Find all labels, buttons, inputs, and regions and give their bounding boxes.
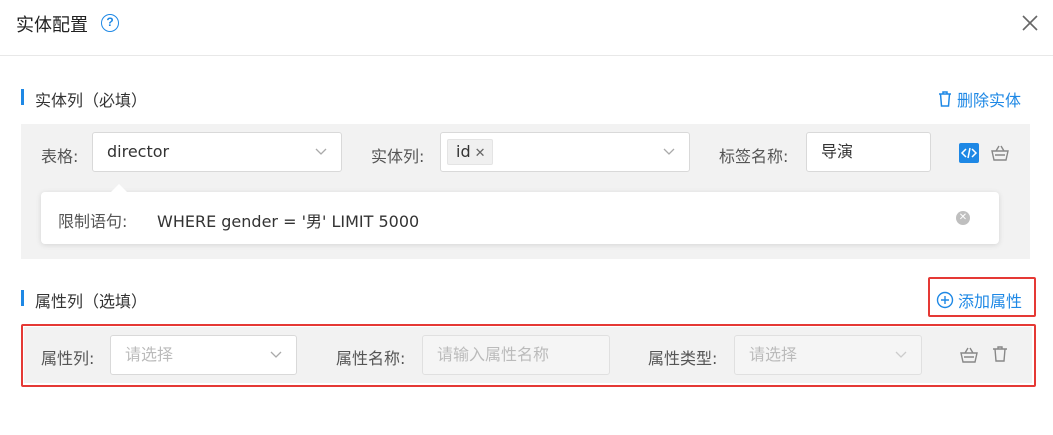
attr-name-input[interactable]: 请输入属性名称: [422, 335, 610, 375]
entity-section-title: 实体列（必填）: [21, 87, 147, 111]
chevron-down-icon: [663, 148, 675, 155]
attr-type-placeholder: 请选择: [749, 345, 798, 364]
code-icon[interactable]: [959, 143, 979, 163]
table-select[interactable]: director: [92, 132, 342, 172]
delete-entity-button[interactable]: 删除实体: [937, 87, 1021, 111]
close-icon[interactable]: [1019, 12, 1041, 34]
table-select-value: director: [107, 142, 170, 161]
attr-name-placeholder: 请输入属性名称: [437, 345, 550, 364]
tag-name-input[interactable]: 导演: [806, 132, 931, 172]
basket-icon[interactable]: [959, 345, 979, 365]
add-attribute-button[interactable]: 添加属性: [936, 288, 1022, 312]
entity-column-select[interactable]: id ✕: [440, 132, 690, 172]
limit-clause-input[interactable]: WHERE gender = '男' LIMIT 5000: [157, 208, 419, 232]
plus-circle-icon: [936, 291, 954, 309]
delete-entity-label: 删除实体: [957, 91, 1022, 110]
tag-name-value: 导演: [821, 142, 854, 161]
attr-name-label: 属性名称:: [336, 349, 406, 368]
attr-section-title: 属性列（选填）: [21, 288, 147, 312]
question-circle-icon[interactable]: ?: [101, 14, 119, 32]
chevron-down-icon: [270, 351, 282, 358]
dialog-header: 实体配置 ?: [0, 0, 1053, 56]
attr-column-placeholder: 请选择: [125, 345, 174, 364]
trash-icon[interactable]: [990, 344, 1010, 364]
table-label: 表格:: [41, 147, 79, 166]
attr-column-label: 属性列:: [41, 349, 95, 368]
trash-icon: [939, 91, 951, 107]
add-attribute-label: 添加属性: [958, 292, 1023, 311]
attr-column-select[interactable]: 请选择: [110, 335, 297, 375]
clear-icon[interactable]: ✕: [956, 211, 970, 225]
chevron-down-icon: [895, 351, 907, 358]
attr-type-select[interactable]: 请选择: [734, 335, 922, 375]
entity-column-label: 实体列:: [371, 147, 425, 166]
tag-remove-icon[interactable]: ✕: [475, 146, 486, 161]
limit-clause-popover: 限制语句: WHERE gender = '男' LIMIT 5000 ✕: [41, 184, 999, 244]
tag-name-label: 标签名称:: [719, 147, 789, 166]
dialog-title: 实体配置: [16, 15, 88, 36]
chevron-down-icon: [315, 148, 327, 155]
tag-text: id: [456, 142, 471, 161]
entity-column-tag: id ✕: [447, 139, 493, 165]
attr-type-label: 属性类型:: [648, 349, 718, 368]
limit-clause-label: 限制语句:: [58, 212, 128, 231]
basket-icon[interactable]: [990, 143, 1010, 163]
